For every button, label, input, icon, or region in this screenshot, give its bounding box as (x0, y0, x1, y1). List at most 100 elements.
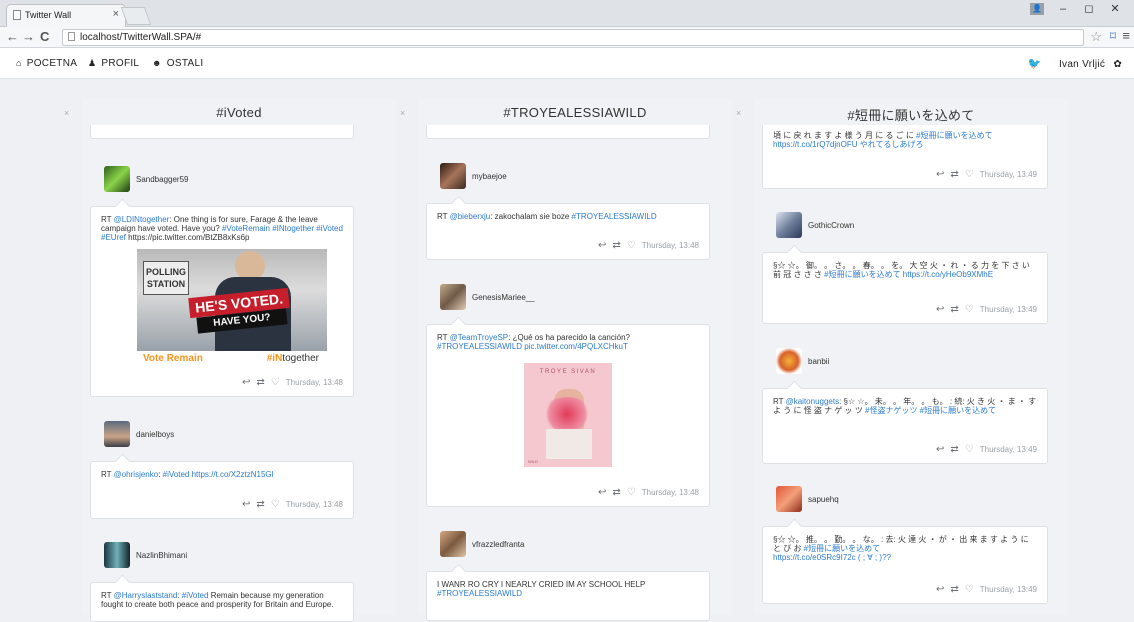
card-pointer (450, 316, 467, 333)
mention-link[interactable]: @kaitonuggets (786, 397, 840, 406)
heart-icon[interactable]: ♡ (965, 169, 974, 180)
reply-icon[interactable]: ↩ (242, 499, 250, 510)
tweet-text: §☆ ☆。 推。 。 勤。 。 な。 : 去: 火 達 火 ・ が ・ 出 来 … (773, 535, 1029, 562)
browser-tab[interactable]: Twitter Wall × (6, 4, 126, 27)
reply-icon[interactable]: ↩ (936, 584, 944, 595)
reply-icon[interactable]: ↩ (242, 377, 250, 388)
tweet-card: RT @kaitonuggets: §☆ ☆。 未。 。 年。 。 も。 : 続… (762, 380, 1048, 464)
tweet-image[interactable]: POLLING STATION HE'S VOTED. HAVE YOU? Vot… (137, 249, 327, 367)
retweet-icon[interactable]: ⇄ (256, 499, 264, 510)
hashtag-link[interactable]: #iVoted (182, 591, 209, 600)
tweet-text: RT @Harryslaststand: #iVoted Remain beca… (101, 591, 334, 609)
card-pointer (114, 198, 131, 215)
url-link[interactable]: pic.twitter.com/4PQLXCHkuT (522, 342, 628, 351)
url-link[interactable]: https://t.co/yHeOb9XMhE (901, 270, 993, 279)
reload-icon[interactable]: C (40, 29, 49, 45)
home-icon: ⌂ (16, 58, 22, 68)
back-icon[interactable]: ← (6, 29, 19, 45)
hashtag-link[interactable]: #TROYEALESSIAWILD (572, 212, 657, 221)
reply-icon[interactable]: ↩ (936, 169, 944, 180)
mention-link[interactable]: @LDINtogether (114, 215, 170, 224)
hashtag-link[interactable]: #怪盗ナゲッツ #短冊に願いを込めて (865, 406, 996, 415)
mention-link[interactable]: @Harryslaststand (114, 591, 178, 600)
close-window-button[interactable]: ✕ (1102, 2, 1128, 15)
hashtag-link[interactable]: #短冊に願いを込めて (824, 270, 900, 279)
gear-icon[interactable]: ✿ (1113, 59, 1122, 70)
heart-icon[interactable]: ♡ (271, 377, 280, 388)
hashtag-link[interactable]: #TROYEALESSIAWILD (437, 589, 522, 598)
hashtag-link[interactable]: #短冊に願いを込めて (804, 544, 880, 553)
retweet-icon[interactable]: ⇄ (612, 487, 620, 498)
hashtag-link[interactable]: #短冊に願いを込めて (916, 131, 992, 140)
avatar (440, 284, 466, 310)
tweet-card: RT @Harryslaststand: #iVoted Remain beca… (90, 574, 354, 622)
reply-icon[interactable]: ↩ (936, 444, 944, 455)
card-pointer (450, 563, 467, 580)
username: NazlinBhimani (136, 551, 188, 560)
reply-icon[interactable]: ↩ (598, 487, 606, 498)
close-column-icon[interactable]: × (400, 108, 405, 118)
nav-home[interactable]: ⌂ POCETNA (16, 58, 77, 69)
retweet-icon[interactable]: ⇄ (950, 169, 958, 180)
username: vfrazzledfranta (472, 540, 525, 549)
heart-icon[interactable]: ♡ (627, 240, 636, 251)
hashtag-link[interactable]: #iVoted (163, 470, 190, 479)
bookmark-star-icon[interactable]: ☆ (1090, 29, 1102, 45)
extension-icon[interactable]: ⌑ (1110, 29, 1116, 43)
menu-icon[interactable]: ≡ (1122, 28, 1130, 43)
heart-icon[interactable]: ♡ (965, 444, 974, 455)
forward-icon[interactable]: → (22, 29, 35, 45)
tweet-card: §☆ ☆。 推。 。 勤。 。 な。 : 去: 火 達 火 ・ が ・ 出 来 … (762, 518, 1048, 604)
tweet-card: RT @ohrisjenko: #iVoted https://t.co/X2z… (90, 453, 354, 519)
retweet-icon[interactable]: ⇄ (256, 377, 264, 388)
heart-icon[interactable]: ♡ (271, 499, 280, 510)
hashtag-link[interactable]: #TROYEALESSIAWILD (437, 342, 522, 351)
heart-icon[interactable]: ♡ (965, 304, 974, 315)
retweet-icon[interactable]: ⇄ (950, 304, 958, 315)
tweet-time: Thursday, 13:48 (285, 378, 343, 387)
tweet-image[interactable]: TROYE SIVAN WILD (524, 363, 612, 467)
column-ivoted: × #iVoted Sandbagger59 RT @LDINtogether:… (64, 99, 396, 622)
heart-icon[interactable]: ♡ (627, 487, 636, 498)
url-link[interactable]: https://t.co/1rQ7djnOFU やれてるしあげろ (773, 140, 923, 149)
new-tab-button[interactable] (120, 7, 152, 25)
browser-tab-bar: Twitter Wall × 👤 – ◻ ✕ (0, 0, 1134, 27)
album-footer: WILD (528, 459, 538, 464)
user-name[interactable]: Ivan Vrljić (1059, 59, 1105, 70)
card-pointer (450, 195, 467, 212)
page-info-icon (68, 32, 75, 41)
mention-link[interactable]: @ohrisjenko (114, 470, 159, 479)
tweet-text: RT @ohrisjenko: #iVoted https://t.co/X2z… (101, 470, 274, 479)
image-footer: Vote Remain #iNtogether (137, 351, 327, 367)
tab-title: Twitter Wall (25, 10, 72, 20)
retweet-icon[interactable]: ⇄ (950, 584, 958, 595)
retweet-icon[interactable]: ⇄ (950, 444, 958, 455)
maximize-button[interactable]: ◻ (1076, 2, 1102, 15)
close-column-icon[interactable]: × (736, 108, 741, 118)
nav-profile[interactable]: ♟ PROFIL (88, 58, 139, 69)
tweet-card: RT @LDINtogether: One thing is for sure,… (90, 198, 354, 397)
column-title: #短冊に願いを込めて (847, 108, 975, 123)
reply-icon[interactable]: ↩ (598, 240, 606, 251)
tweet-actions: ↩ ⇄ ♡ Thursday, 13:48 (242, 499, 343, 510)
tweet-time: Thursday, 13:48 (285, 500, 343, 509)
mention-link[interactable]: @bieberxju (450, 212, 491, 221)
mention-link[interactable]: @TeamTroyeSP (450, 333, 509, 342)
retweet-icon[interactable]: ⇄ (612, 240, 620, 251)
card-pointer (114, 574, 131, 591)
profile-icon[interactable]: 👤 (1030, 3, 1044, 16)
url-link[interactable]: https://t.co/e0SRc9I72c ( ; ∀ ; )?? (773, 553, 891, 562)
url-input[interactable]: localhost/TwitterWall.SPA/# (62, 29, 1084, 46)
heart-icon[interactable]: ♡ (965, 584, 974, 595)
tweet-actions: ↩ ⇄ ♡ Thursday, 13:49 (936, 444, 1037, 455)
window-controls: 👤 – ◻ ✕ (1030, 2, 1128, 16)
tweet-text: RT @LDINtogether: One thing is for sure,… (101, 215, 343, 242)
nav-other[interactable]: ☻ OSTALI (152, 58, 203, 69)
nav-profile-label: PROFIL (101, 58, 140, 69)
avatar (104, 166, 130, 192)
minimize-button[interactable]: – (1050, 3, 1076, 15)
tab-close-button[interactable]: × (113, 8, 119, 20)
reply-icon[interactable]: ↩ (936, 304, 944, 315)
url-link[interactable]: https://t.co/X2ztzN15Gl (189, 470, 274, 479)
close-column-icon[interactable]: × (64, 108, 69, 118)
